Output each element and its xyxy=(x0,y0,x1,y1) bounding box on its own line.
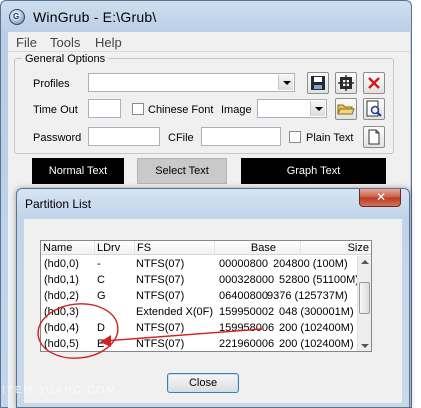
cell-size: 200 (102400M) xyxy=(279,322,354,334)
plain-text-label: Plain Text xyxy=(306,132,354,144)
listview-rows: (hd0,0) - NTFS(07) 00000800 204800 (100M… xyxy=(41,256,359,351)
window-title: WinGrub - E:\Grub\ xyxy=(33,9,157,25)
cell-size: 200 (102400M) xyxy=(279,338,354,350)
menu-bar: File Tools Help xyxy=(8,32,410,52)
cell-base: 159950002 xyxy=(219,306,275,318)
dialog-close-text-button[interactable]: Close xyxy=(167,373,239,393)
listview-header: Name LDrv FS Base Size xyxy=(41,241,371,255)
image-combobox[interactable] xyxy=(257,99,327,118)
cell-base: 00000800 xyxy=(219,258,268,270)
general-options-legend: General Options xyxy=(22,53,109,65)
preview-button[interactable] xyxy=(363,98,385,120)
table-row[interactable]: (hd0,2) G NTFS(07) 06400800 9376 (125737… xyxy=(41,288,359,304)
image-label: Image xyxy=(221,104,252,116)
scroll-up-icon[interactable] xyxy=(361,260,369,264)
image-dropdown-arrow[interactable] xyxy=(310,101,325,116)
cell-base: 221960006 xyxy=(219,338,275,350)
table-row[interactable]: (hd0,0) - NTFS(07) 00000800 204800 (100M… xyxy=(41,256,359,272)
chinese-font-checkbox[interactable] xyxy=(132,103,144,115)
listview-vertical-scrollbar[interactable] xyxy=(357,256,371,351)
folder-open-icon xyxy=(337,104,355,115)
cell-base: 000328000 xyxy=(219,274,275,286)
profiles-label: Profiles xyxy=(33,78,70,90)
menu-help[interactable]: Help xyxy=(95,35,122,50)
profiles-dropdown-arrow[interactable] xyxy=(278,75,293,90)
properties-button[interactable] xyxy=(335,72,357,94)
gear-icon xyxy=(338,75,354,91)
partition-listview[interactable]: Name LDrv FS Base Size (hd0,0) - NTFS(07… xyxy=(40,240,372,352)
cell-size: 9376 (125737M) xyxy=(267,290,348,302)
close-x-icon: ✕ xyxy=(376,190,387,204)
timeout-label: Time Out xyxy=(33,104,78,116)
cell-fs: NTFS(07) xyxy=(136,274,185,286)
cell-fs: NTFS(07) xyxy=(136,322,185,334)
table-row[interactable]: (hd0,3) Extended X(0F) 159950002 048 (30… xyxy=(41,304,359,320)
column-header-fs[interactable]: FS xyxy=(135,241,215,255)
plain-text-checkbox[interactable] xyxy=(289,131,301,143)
column-header-base[interactable]: Base xyxy=(215,241,301,255)
table-row[interactable]: (hd0,5) E NTFS(07) 221960006 200 (102400… xyxy=(41,336,359,351)
open-folder-button[interactable] xyxy=(335,98,357,120)
cell-base: 06400800 xyxy=(219,290,268,302)
column-header-size[interactable]: Size xyxy=(301,241,371,255)
select-text-button[interactable]: Select Text xyxy=(137,158,227,184)
cell-ldrv: - xyxy=(97,258,101,270)
save-button[interactable] xyxy=(307,72,329,94)
cell-name: (hd0,0) xyxy=(44,258,79,270)
password-field[interactable] xyxy=(88,127,160,146)
scrollbar-thumb[interactable] xyxy=(359,282,370,314)
delete-button[interactable] xyxy=(363,72,385,94)
watermark: ITEM.3UANC.COM xyxy=(2,385,117,396)
cfile-label: CFile xyxy=(168,132,194,144)
scroll-down-icon[interactable] xyxy=(361,344,369,348)
password-label: Password xyxy=(33,132,82,144)
cell-fs: NTFS(07) xyxy=(136,338,185,350)
table-row[interactable]: (hd0,4) D NTFS(07) 159958006 200 (102400… xyxy=(41,320,359,336)
cell-fs: NTFS(07) xyxy=(136,258,185,270)
cell-ldrv: C xyxy=(97,274,105,286)
cell-size: 52800 (51100M) xyxy=(279,274,359,286)
new-file-button[interactable] xyxy=(363,126,385,148)
cell-name: (hd0,5) xyxy=(44,338,79,350)
magnifier-icon xyxy=(366,100,382,117)
close-icon xyxy=(368,77,380,89)
cell-size: 204800 (100M) xyxy=(273,258,348,270)
dialog-close-button[interactable]: ✕ xyxy=(359,189,401,207)
table-row[interactable]: (hd0,1) C NTFS(07) 000328000 52800 (5110… xyxy=(41,272,359,288)
profiles-combobox[interactable] xyxy=(88,73,295,92)
cell-name: (hd0,1) xyxy=(44,274,79,286)
graph-text-button[interactable]: Graph Text xyxy=(241,158,386,184)
cell-name: (hd0,3) xyxy=(44,306,79,318)
app-icon: G xyxy=(9,9,25,25)
cell-fs: NTFS(07) xyxy=(136,290,185,302)
column-header-ldrv[interactable]: LDrv xyxy=(95,241,135,255)
cfile-field[interactable] xyxy=(201,127,281,146)
column-header-name[interactable]: Name xyxy=(41,241,95,255)
cell-ldrv: G xyxy=(97,290,106,302)
menu-file[interactable]: File xyxy=(16,35,37,50)
menu-tools[interactable]: Tools xyxy=(50,35,80,50)
cell-size: 048 (300001M) xyxy=(279,306,354,318)
cell-base: 159958006 xyxy=(219,322,275,334)
title-bar[interactable]: G WinGrub - E:\Grub\ xyxy=(1,1,411,33)
cell-ldrv: D xyxy=(97,322,105,334)
cell-ldrv: E xyxy=(97,338,105,350)
dialog-title: Partition List xyxy=(25,197,92,211)
chinese-font-label: Chinese Font xyxy=(148,104,214,116)
cell-fs: Extended X(0F) xyxy=(136,306,214,318)
normal-text-button[interactable]: Normal Text xyxy=(32,158,124,184)
save-icon xyxy=(311,76,325,90)
document-icon xyxy=(368,129,380,145)
cell-name: (hd0,2) xyxy=(44,290,79,302)
timeout-field[interactable] xyxy=(88,99,121,118)
cell-name: (hd0,4) xyxy=(44,322,79,334)
